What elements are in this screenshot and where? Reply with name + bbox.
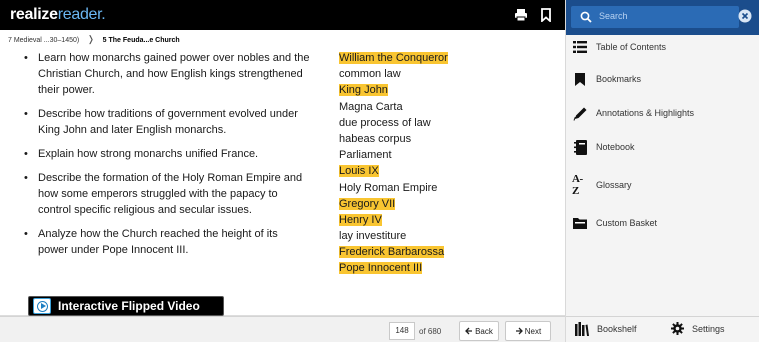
gear-icon	[671, 322, 684, 335]
key-term-item: William the Conqueror	[339, 50, 448, 66]
play-icon	[33, 298, 51, 314]
key-term-item: Louis IX	[339, 163, 448, 179]
reader-content: Learn how monarchs gained power over nob…	[0, 46, 565, 316]
objective-item: Learn how monarchs gained power over nob…	[20, 50, 310, 98]
notebook-icon	[572, 139, 588, 155]
menu-item-glossary[interactable]: A-Z Glossary	[566, 170, 759, 200]
pencil-icon	[572, 105, 588, 121]
term-text: Holy Roman Empire	[339, 181, 438, 194]
term-text: habeas corpus	[339, 132, 412, 145]
objective-item: Explain how strong monarchs unified Fran…	[20, 146, 310, 162]
term-text: due process of law	[339, 116, 431, 129]
key-terms-list: William the Conqueror common law King John…	[339, 50, 448, 277]
app-logo[interactable]: realizereader.	[10, 6, 106, 24]
highlighted-term[interactable]: Louis IX	[339, 165, 379, 178]
menu-item-label: Custom Basket	[596, 218, 658, 228]
objective-item: Describe how traditions of government ev…	[20, 106, 310, 138]
menu-item-label: Notebook	[596, 142, 635, 152]
list-icon	[572, 39, 588, 55]
key-term-item: Pope Innocent III	[339, 260, 448, 276]
search-bar: Search	[566, 0, 759, 35]
next-label: Next	[524, 326, 542, 336]
breadcrumb-parent[interactable]: 7 Medieval ...30–1450)	[8, 37, 79, 44]
bookmark-icon[interactable]	[539, 8, 553, 22]
az-icon: A-Z	[572, 173, 583, 197]
side-panel: Search Table of Contents Bookmarks Annot…	[565, 0, 759, 342]
menu-item-table-of-contents[interactable]: Table of Contents	[566, 32, 759, 62]
term-text: lay investiture	[339, 230, 407, 243]
objective-item: Describe the formation of the Holy Roman…	[20, 170, 310, 218]
menu-item-label: Bookmarks	[596, 74, 642, 84]
highlighted-term[interactable]: Pope Innocent III	[339, 262, 423, 275]
bookmark-icon	[572, 71, 588, 87]
objective-item: Analyze how the Church reached the heigh…	[20, 226, 310, 258]
term-text: Magna Carta	[339, 100, 403, 113]
key-term-item: Frederick Barbarossa	[339, 244, 448, 260]
menu-item-label: Annotations & Highlights	[596, 108, 695, 118]
highlighted-term[interactable]: King John	[339, 84, 388, 97]
logo-part1: realize	[10, 6, 58, 23]
print-icon[interactable]	[514, 8, 528, 22]
bookshelf-label: Bookshelf	[597, 324, 637, 334]
arrow-right-icon	[515, 327, 523, 335]
key-term-item: Magna Carta	[339, 99, 448, 115]
objectives-list: Learn how monarchs gained power over nob…	[20, 50, 320, 266]
key-term-item: lay investiture	[339, 228, 448, 244]
breadcrumb-separator-icon: ❭	[87, 34, 95, 44]
term-text: common law	[339, 68, 401, 81]
back-button[interactable]: Back	[459, 321, 499, 341]
search-placeholder: Search	[599, 11, 628, 21]
key-term-item: habeas corpus	[339, 131, 448, 147]
breadcrumb-current: 5 The Feuda...e Church	[102, 37, 180, 44]
settings-button[interactable]: Settings	[671, 322, 725, 335]
logo-part2: reader.	[57, 6, 106, 23]
page-of-label: of	[419, 327, 426, 336]
highlighted-term[interactable]: Gregory VII	[339, 197, 396, 210]
key-term-item: Gregory VII	[339, 196, 448, 212]
page-number-input[interactable]: 148	[389, 322, 415, 340]
menu-item-annotations-highlights[interactable]: Annotations & Highlights	[566, 98, 759, 128]
bookshelf-button[interactable]: Bookshelf	[575, 322, 637, 336]
folder-icon	[572, 215, 588, 231]
clear-search-icon[interactable]	[738, 9, 752, 23]
panel-bottom-bar: Bookshelf Settings	[566, 316, 759, 342]
key-term-item: Holy Roman Empire	[339, 180, 448, 196]
highlighted-term[interactable]: William the Conqueror	[339, 52, 448, 64]
key-term-item: common law	[339, 66, 448, 82]
search-input[interactable]: Search	[571, 6, 739, 28]
page-navigation: 148 of 680 Back Next	[0, 316, 565, 342]
menu-item-label: Table of Contents	[596, 42, 667, 52]
highlighted-term[interactable]: Henry IV	[339, 213, 382, 226]
interactive-flipped-video-button[interactable]: Interactive Flipped Video	[28, 296, 224, 316]
menu-item-custom-basket[interactable]: Custom Basket	[566, 208, 759, 238]
next-button[interactable]: Next	[505, 321, 551, 341]
search-icon	[580, 11, 592, 23]
settings-label: Settings	[692, 323, 725, 334]
page-total-value: 680	[427, 327, 442, 336]
page-total: of 680	[419, 327, 441, 336]
key-term-item: King John	[339, 82, 448, 98]
menu-item-label: Glossary	[596, 180, 632, 190]
key-term-item: Henry IV	[339, 212, 448, 228]
top-bar: realizereader.	[0, 0, 565, 30]
key-term-item: due process of law	[339, 115, 448, 131]
arrow-left-icon	[465, 327, 473, 335]
highlighted-term[interactable]: Frederick Barbarossa	[339, 246, 445, 259]
video-label: Interactive Flipped Video	[58, 299, 200, 313]
bookshelf-icon	[575, 322, 589, 336]
term-text: Parliament	[339, 149, 392, 162]
breadcrumb: 7 Medieval ...30–1450) ❭ 5 The Feuda...e…	[8, 34, 180, 45]
back-label: Back	[475, 326, 493, 336]
menu-item-bookmarks[interactable]: Bookmarks	[566, 64, 759, 94]
key-term-item: Parliament	[339, 147, 448, 163]
menu-item-notebook[interactable]: Notebook	[566, 132, 759, 162]
